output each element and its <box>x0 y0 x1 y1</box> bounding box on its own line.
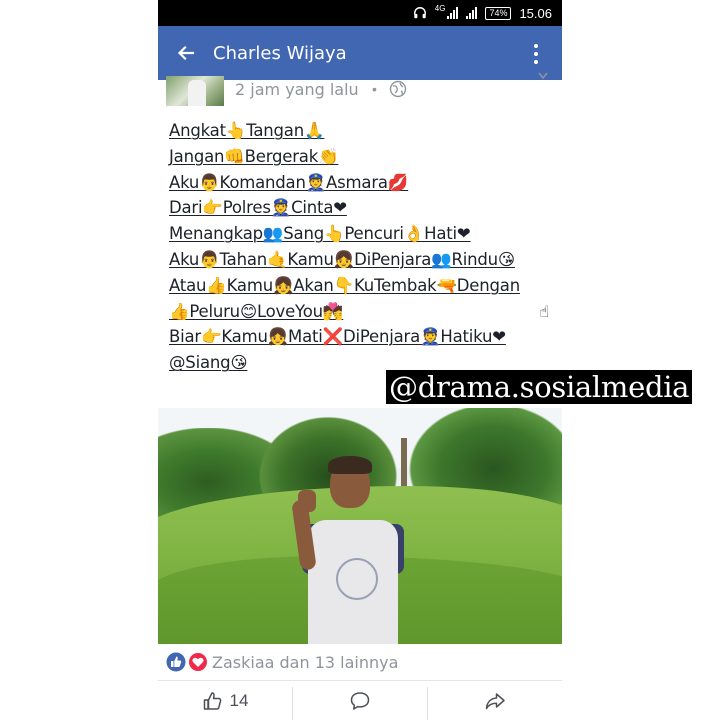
globe-icon <box>389 80 407 98</box>
thumbs-up-icon <box>203 692 221 710</box>
post-line: Aku👨Komandan👮Asmara💋 <box>169 172 409 192</box>
like-badge-icon <box>166 652 186 672</box>
reactions-summary[interactable]: Zaskiaa dan 13 lainnya <box>158 644 562 680</box>
separator-dot: • <box>372 81 377 97</box>
back-arrow-icon[interactable] <box>176 43 196 63</box>
reaction-summary-text[interactable]: Zaskiaa dan 13 lainnya <box>212 653 398 672</box>
post-action-bar: 14 <box>158 680 562 720</box>
signal-icon-2 <box>466 7 478 19</box>
status-bar: 4G 74% 15.06 <box>158 0 562 26</box>
post-line: Jangan👊Bergerak👏 <box>169 146 339 166</box>
comment-icon <box>350 692 370 710</box>
share-button[interactable] <box>428 681 562 720</box>
post-line: Menangkap👥Sang👆Pencuri👌Hati❤ <box>169 224 471 244</box>
like-count: 14 <box>229 691 249 710</box>
chevron-down-icon[interactable] <box>538 72 548 80</box>
more-vertical-icon[interactable] <box>526 44 546 64</box>
post-body: Angkat👆Tangan🙏 Jangan👊Bergerak👏 Aku👨Koma… <box>169 118 559 376</box>
post-line: Dari👉Polres👮Cinta❤ <box>169 198 347 218</box>
status-icons: 4G 74% 15.06 <box>413 4 552 22</box>
app-bar: Charles Wijaya <box>158 26 562 80</box>
photo-person-hair <box>328 456 372 474</box>
post-header: 2 jam yang lalu • <box>158 72 562 108</box>
post-line: Biar👉Kamu👧Mati❌DiPenjara👮Hatiku❤ <box>169 327 506 347</box>
watermark-text: @drama.sosialmedia <box>386 370 693 404</box>
post-line: Angkat👆Tangan🙏 <box>169 121 325 140</box>
post-timestamp[interactable]: 2 jam yang lalu <box>235 80 359 99</box>
page-title: Charles Wijaya <box>213 43 347 64</box>
signal-icon <box>447 7 459 19</box>
photo-person-hand <box>298 490 316 512</box>
battery-indicator: 74% <box>485 6 512 20</box>
avatar[interactable] <box>166 76 224 106</box>
like-button[interactable]: 14 <box>158 681 292 720</box>
post-line-text: 👍Peluru😊LoveYou💏 <box>169 301 344 321</box>
headphones-icon <box>413 7 426 19</box>
post-photo[interactable] <box>158 408 562 644</box>
comment-button[interactable] <box>293 681 427 720</box>
love-badge-icon <box>188 652 208 672</box>
phone-screen: 4G 74% 15.06 Charles Wijaya 2 jam yang l… <box>158 0 562 720</box>
status-clock: 15.06 <box>519 5 552 21</box>
pointing-up-emoji: ☝ <box>539 301 549 321</box>
post-line: Aku👨Tahan🤙Kamu👧DiPenjara👥Rindu😘 <box>169 249 515 269</box>
post-line: Atau👍Kamu👧Akan👇KuTembak🔫Dengan <box>169 275 520 295</box>
network-label: 4G <box>434 3 446 13</box>
screenshot-frame: 4G 74% 15.06 Charles Wijaya 2 jam yang l… <box>0 0 720 720</box>
share-icon <box>485 693 505 710</box>
photo-shirt-logo <box>336 558 378 600</box>
post-line: 👍Peluru😊LoveYou💏 ☝ <box>169 299 559 325</box>
